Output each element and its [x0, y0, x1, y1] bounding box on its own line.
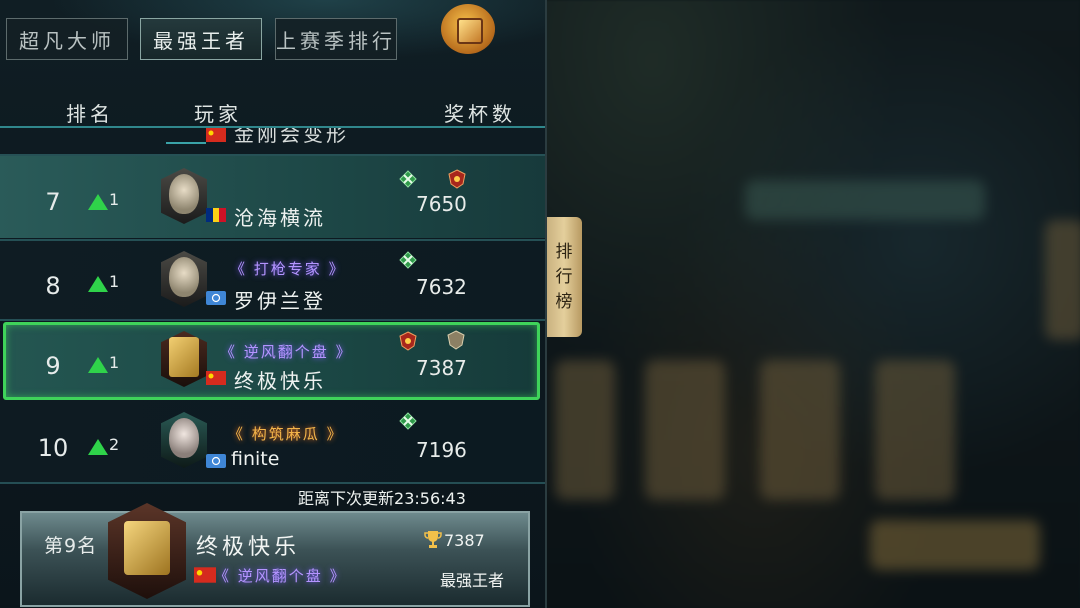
- my-player-name: 终极快乐: [196, 535, 301, 560]
- rank-up-arrow-icon: [88, 194, 108, 210]
- trophy-count: 7387: [416, 356, 467, 380]
- tab-label: 上赛季排行: [276, 28, 396, 53]
- crossed-swords-badge-icon: [399, 251, 417, 269]
- flag-icon: [206, 128, 226, 142]
- crossed-swords-badge-icon: [399, 412, 417, 430]
- avatar[interactable]: [161, 331, 207, 387]
- header-player: 玩家: [194, 102, 242, 126]
- player-name: 沧海横流: [234, 206, 326, 230]
- tab-grandmaster[interactable]: 超凡大师: [6, 18, 128, 60]
- my-rank-bar[interactable]: 第9名 终极快乐 7387 《 逆风翻个盘 》 最强王者: [20, 503, 530, 607]
- my-avatar[interactable]: [108, 503, 186, 599]
- player-title: 《 构筑麻瓜 》: [228, 425, 344, 443]
- my-player-title: 《 逆风翻个盘 》: [214, 567, 347, 585]
- rank-up-arrow-icon: [88, 357, 108, 373]
- trophy-icon: [424, 531, 442, 548]
- my-rank-label: 第9名: [44, 535, 98, 557]
- flag-icon: [206, 454, 226, 468]
- rank-change: 1: [109, 190, 120, 209]
- tab-label: 超凡大师: [19, 28, 115, 53]
- leaderboard-side-tab[interactable]: 排 行 榜: [546, 217, 582, 337]
- shield-badge-icon: [447, 330, 465, 350]
- flag-icon: [206, 291, 226, 305]
- list-item-partial[interactable]: 金刚会变形: [0, 128, 545, 154]
- side-tab-char-2: 行: [555, 266, 573, 287]
- rank-change: 1: [109, 353, 120, 372]
- leaderboard-row-8[interactable]: 8 1 《 打枪专家 》 罗伊兰登 7632: [0, 241, 545, 319]
- rank-number: 9: [45, 352, 61, 380]
- avatar[interactable]: [161, 251, 207, 307]
- leaderboard-panel: 超凡大师 最强王者 上赛季排行 排名 玩家 奖杯数 金刚会变形 7 1 沧海横流…: [0, 0, 547, 608]
- tab-strongest-king[interactable]: 最强王者: [140, 18, 262, 60]
- partial-row-avatar-frame: [166, 128, 206, 144]
- trophy-count: 7632: [416, 275, 467, 299]
- player-name: 罗伊兰登: [234, 289, 326, 313]
- reward-chest-icon[interactable]: [441, 4, 495, 54]
- row-divider: [0, 482, 545, 484]
- player-title: 《 打枪专家 》: [230, 260, 346, 278]
- player-name: finite: [231, 448, 280, 470]
- flag-icon: [194, 567, 216, 583]
- rank-up-arrow-icon: [88, 439, 108, 455]
- rank-change: 1: [109, 272, 120, 291]
- tab-last-season[interactable]: 上赛季排行: [275, 18, 397, 60]
- leaderboard-row-9-current-player[interactable]: 9 1 《 逆风翻个盘 》 终极快乐 7387: [0, 322, 545, 400]
- rank-number: 10: [37, 434, 69, 462]
- header-trophies: 奖杯数: [444, 102, 516, 126]
- countdown-time: 23:56:43: [394, 489, 466, 508]
- player-name: 金刚会变形: [234, 128, 349, 146]
- my-tier: 最强王者: [440, 571, 505, 590]
- next-update-countdown: 距离下次更新23:56:43: [298, 485, 466, 509]
- demon-badge-icon: [448, 169, 466, 189]
- header-rank: 排名: [66, 102, 114, 126]
- leaderboard-row-10[interactable]: 10 2 《 构筑麻瓜 》 finite 7196: [0, 400, 545, 482]
- player-name: 终极快乐: [234, 369, 326, 393]
- player-title: 《 逆风翻个盘 》: [220, 343, 353, 361]
- avatar[interactable]: [161, 168, 207, 224]
- my-trophy-count: 7387: [444, 531, 485, 550]
- crossed-swords-badge-icon: [399, 170, 417, 188]
- rank-number: 7: [45, 188, 61, 216]
- tab-label: 最强王者: [153, 28, 249, 53]
- rank-change: 2: [109, 435, 120, 454]
- player-title-text: 打枪专家: [253, 260, 322, 278]
- side-tab-char-3: 榜: [555, 291, 573, 312]
- flag-icon: [206, 371, 226, 385]
- blurred-background: [545, 0, 1080, 608]
- flag-icon: [206, 208, 226, 222]
- avatar[interactable]: [161, 412, 207, 468]
- leaderboard-row-7[interactable]: 7 1 沧海横流 7650: [0, 156, 545, 238]
- side-tab-char-1: 排: [555, 241, 573, 262]
- row-divider: [0, 319, 545, 321]
- rank-up-arrow-icon: [88, 276, 108, 292]
- player-title-text: 逆风翻个盘: [243, 343, 329, 361]
- countdown-label: 距离下次更新: [298, 489, 395, 508]
- my-player-title-text: 逆风翻个盘: [237, 567, 323, 585]
- player-title-text: 构筑麻瓜: [251, 425, 320, 443]
- demon-badge-icon: [399, 331, 417, 351]
- trophy-count: 7196: [416, 438, 467, 462]
- trophy-count: 7650: [416, 192, 467, 216]
- rank-number: 8: [45, 272, 61, 300]
